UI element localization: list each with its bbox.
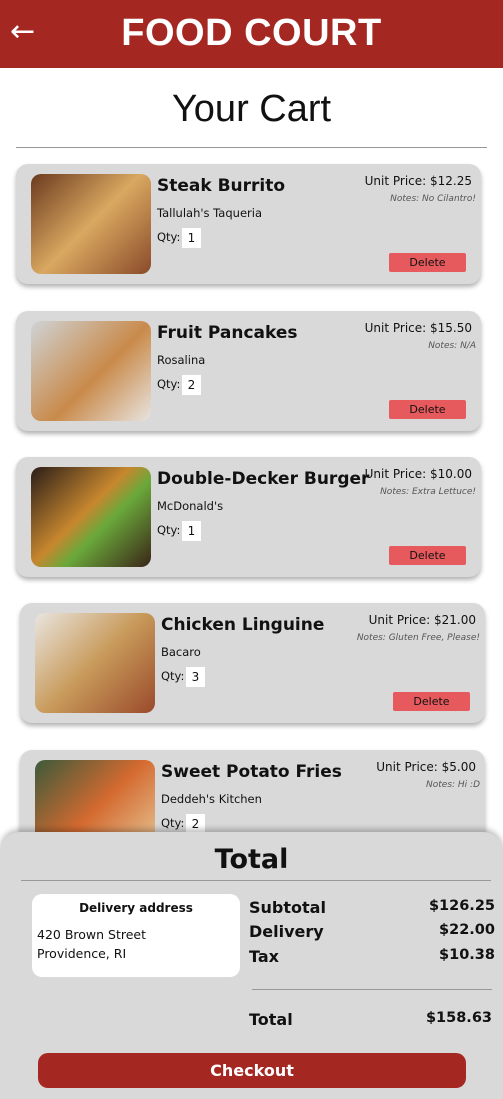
qty-label: Qty: xyxy=(157,377,181,391)
delivery-label: Delivery xyxy=(249,922,324,941)
delivery-value: $22.00 xyxy=(439,922,495,938)
divider xyxy=(252,989,492,990)
total-row: Total $158.63 xyxy=(249,1010,492,1029)
restaurant-name: Deddeh's Kitchen xyxy=(161,792,262,806)
subtotal-value: $126.25 xyxy=(428,898,495,914)
item-name: Double-Decker Burger xyxy=(157,469,370,489)
app-header: ← FOOD COURT xyxy=(0,0,503,68)
item-notes: Notes: Hi :D xyxy=(426,780,480,790)
delete-button[interactable]: Delete xyxy=(389,546,466,565)
tax-value: $10.38 xyxy=(439,947,495,963)
total-panel: Total Delivery address 420 Brown Street P… xyxy=(0,832,503,1099)
total-heading: Total xyxy=(214,844,289,875)
address-line2: Providence, RI xyxy=(37,946,127,961)
divider xyxy=(21,880,491,881)
item-name: Fruit Pancakes xyxy=(157,323,298,343)
restaurant-name: Tallulah's Taqueria xyxy=(157,206,262,220)
food-image xyxy=(31,467,151,567)
unit-price: Unit Price: $21.00 xyxy=(368,613,476,627)
delivery-address-box[interactable]: Delivery address 420 Brown Street Provide… xyxy=(32,894,240,977)
quantity-input[interactable]: 2 xyxy=(186,814,205,834)
unit-price: Unit Price: $15.50 xyxy=(364,321,472,335)
item-name: Sweet Potato Fries xyxy=(161,762,342,782)
item-name: Steak Burrito xyxy=(157,176,286,196)
delete-button[interactable]: Delete xyxy=(389,253,466,272)
cart-item-card: Fruit Pancakes Rosalina Qty: 2 Unit Pric… xyxy=(16,311,481,431)
divider xyxy=(16,147,487,148)
unit-price: Unit Price: $5.00 xyxy=(376,760,476,774)
tax-row: Tax $10.38 xyxy=(249,947,495,966)
unit-price: Unit Price: $12.25 xyxy=(364,174,472,188)
tax-label: Tax xyxy=(249,947,279,966)
item-notes: Notes: N/A xyxy=(428,341,476,351)
restaurant-name: McDonald's xyxy=(157,499,224,513)
quantity-input[interactable]: 1 xyxy=(182,228,201,248)
app-title: FOOD COURT xyxy=(121,12,382,54)
quantity-input[interactable]: 1 xyxy=(182,521,201,541)
subtotal-label: Subtotal xyxy=(249,898,326,917)
subtotal-row: Subtotal $126.25 xyxy=(249,898,495,917)
delete-button[interactable]: Delete xyxy=(389,400,466,419)
delete-button[interactable]: Delete xyxy=(393,692,470,711)
cart-item-card: Steak Burrito Tallulah's Taqueria Qty: 1… xyxy=(16,164,481,284)
food-image xyxy=(31,321,151,421)
food-image xyxy=(31,174,151,274)
total-label: Total xyxy=(249,1010,293,1029)
total-value: $158.63 xyxy=(425,1010,492,1026)
delivery-row: Delivery $22.00 xyxy=(249,922,495,941)
food-image xyxy=(35,613,155,713)
item-name: Chicken Linguine xyxy=(161,615,325,635)
cart-item-card: Chicken Linguine Bacaro Qty: 3 Unit Pric… xyxy=(20,603,485,723)
checkout-button[interactable]: Checkout xyxy=(38,1053,466,1088)
address-title: Delivery address xyxy=(79,901,193,915)
item-notes: Notes: Extra Lettuce! xyxy=(380,487,476,497)
restaurant-name: Bacaro xyxy=(161,645,201,659)
quantity-input[interactable]: 3 xyxy=(186,667,205,687)
item-notes: Notes: No Cilantro! xyxy=(390,194,476,204)
cart-item-card: Double-Decker Burger McDonald's Qty: 1 U… xyxy=(16,457,481,577)
qty-label: Qty: xyxy=(157,230,181,244)
qty-label: Qty: xyxy=(161,816,185,830)
qty-label: Qty: xyxy=(161,669,185,683)
unit-price: Unit Price: $10.00 xyxy=(364,467,472,481)
quantity-input[interactable]: 2 xyxy=(182,375,201,395)
item-notes: Notes: Gluten Free, Please! xyxy=(356,633,480,643)
address-line1: 420 Brown Street xyxy=(37,927,147,942)
page-title: Your Cart xyxy=(171,88,332,130)
restaurant-name: Rosalina xyxy=(157,353,206,367)
qty-label: Qty: xyxy=(157,523,181,537)
